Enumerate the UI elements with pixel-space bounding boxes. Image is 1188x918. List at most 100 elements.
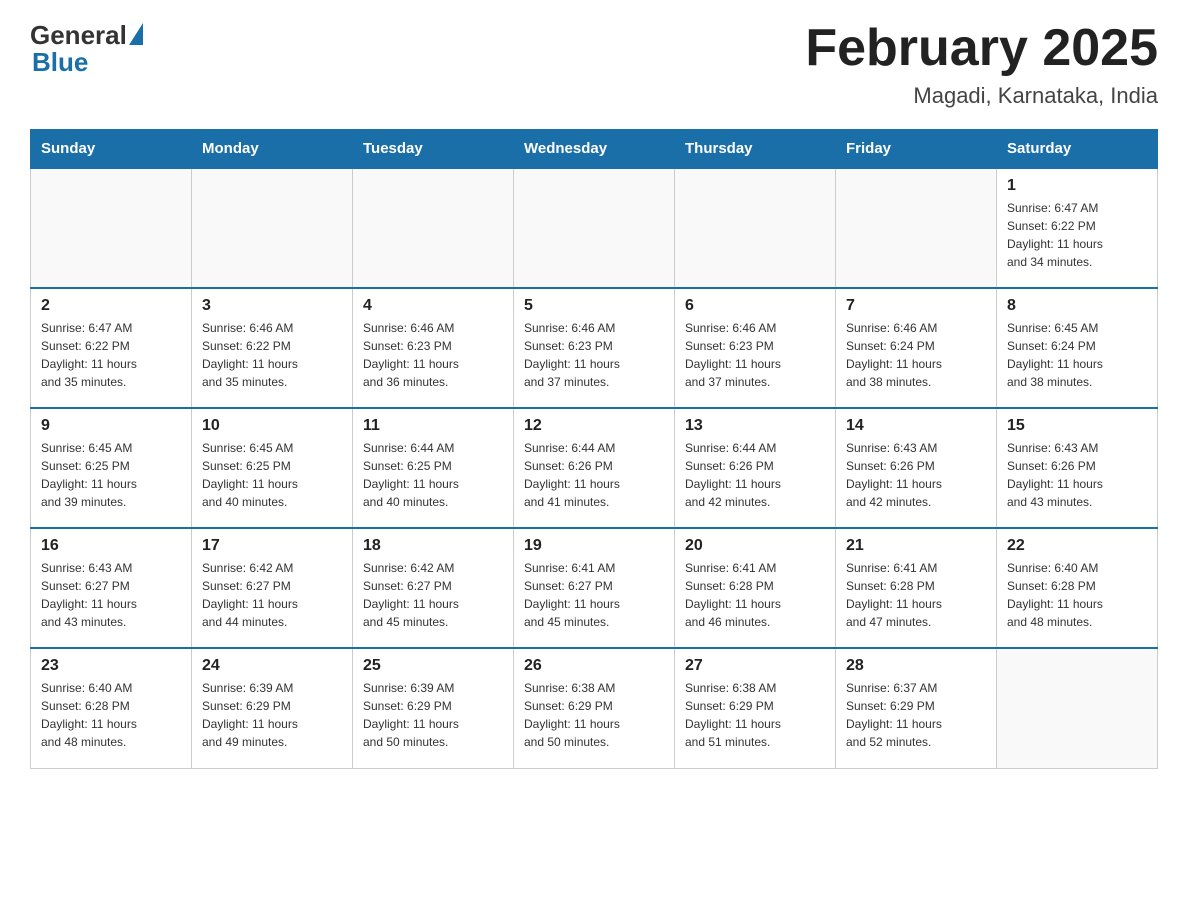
title-area: February 2025 Magadi, Karnataka, India — [805, 20, 1158, 109]
day-number: 5 — [524, 297, 664, 315]
day-number: 7 — [846, 297, 986, 315]
calendar-cell: 2 Sunrise: 6:47 AM Sunset: 6:22 PM Daylig… — [31, 288, 192, 408]
weekday-header-row: SundayMondayTuesdayWednesdayThursdayFrid… — [31, 130, 1158, 169]
day-info: Sunrise: 6:46 AM Sunset: 6:24 PM Dayligh… — [846, 319, 986, 391]
day-info: Sunrise: 6:42 AM Sunset: 6:27 PM Dayligh… — [202, 559, 342, 631]
calendar-cell — [192, 168, 353, 288]
day-number: 26 — [524, 657, 664, 675]
day-number: 3 — [202, 297, 342, 315]
calendar-cell: 16 Sunrise: 6:43 AM Sunset: 6:27 PM Dayli… — [31, 528, 192, 648]
day-info: Sunrise: 6:47 AM Sunset: 6:22 PM Dayligh… — [41, 319, 181, 391]
calendar-cell: 23 Sunrise: 6:40 AM Sunset: 6:28 PM Dayli… — [31, 648, 192, 768]
month-year-title: February 2025 — [805, 20, 1158, 77]
calendar-cell: 15 Sunrise: 6:43 AM Sunset: 6:26 PM Dayli… — [997, 408, 1158, 528]
day-number: 28 — [846, 657, 986, 675]
calendar-week-row-5: 23 Sunrise: 6:40 AM Sunset: 6:28 PM Dayli… — [31, 648, 1158, 768]
weekday-header-tuesday: Tuesday — [353, 130, 514, 169]
day-info: Sunrise: 6:44 AM Sunset: 6:25 PM Dayligh… — [363, 439, 503, 511]
day-info: Sunrise: 6:45 AM Sunset: 6:24 PM Dayligh… — [1007, 319, 1147, 391]
day-number: 22 — [1007, 537, 1147, 555]
day-number: 24 — [202, 657, 342, 675]
day-info: Sunrise: 6:38 AM Sunset: 6:29 PM Dayligh… — [685, 679, 825, 751]
day-info: Sunrise: 6:40 AM Sunset: 6:28 PM Dayligh… — [41, 679, 181, 751]
calendar-cell: 24Sunrise: 6:39 AM Sunset: 6:29 PM Dayli… — [192, 648, 353, 768]
day-number: 21 — [846, 537, 986, 555]
day-info: Sunrise: 6:46 AM Sunset: 6:23 PM Dayligh… — [524, 319, 664, 391]
day-number: 20 — [685, 537, 825, 555]
calendar-week-row-3: 9 Sunrise: 6:45 AM Sunset: 6:25 PM Daylig… — [31, 408, 1158, 528]
day-number: 18 — [363, 537, 503, 555]
day-number: 6 — [685, 297, 825, 315]
calendar-cell: 6 Sunrise: 6:46 AM Sunset: 6:23 PM Daylig… — [675, 288, 836, 408]
day-info: Sunrise: 6:46 AM Sunset: 6:22 PM Dayligh… — [202, 319, 342, 391]
day-number: 23 — [41, 657, 181, 675]
day-number: 25 — [363, 657, 503, 675]
calendar-cell: 17 Sunrise: 6:42 AM Sunset: 6:27 PM Dayli… — [192, 528, 353, 648]
weekday-header-wednesday: Wednesday — [514, 130, 675, 169]
day-number: 15 — [1007, 417, 1147, 435]
calendar-week-row-2: 2 Sunrise: 6:47 AM Sunset: 6:22 PM Daylig… — [31, 288, 1158, 408]
calendar-cell — [353, 168, 514, 288]
day-number: 27 — [685, 657, 825, 675]
day-info: Sunrise: 6:41 AM Sunset: 6:27 PM Dayligh… — [524, 559, 664, 631]
calendar-cell: 18 Sunrise: 6:42 AM Sunset: 6:27 PM Dayli… — [353, 528, 514, 648]
calendar-cell — [997, 648, 1158, 768]
day-number: 14 — [846, 417, 986, 435]
day-number: 19 — [524, 537, 664, 555]
day-info: Sunrise: 6:43 AM Sunset: 6:26 PM Dayligh… — [1007, 439, 1147, 511]
day-number: 10 — [202, 417, 342, 435]
day-number: 4 — [363, 297, 503, 315]
weekday-header-thursday: Thursday — [675, 130, 836, 169]
weekday-header-friday: Friday — [836, 130, 997, 169]
calendar-cell: 4 Sunrise: 6:46 AM Sunset: 6:23 PM Daylig… — [353, 288, 514, 408]
calendar-cell: 8 Sunrise: 6:45 AM Sunset: 6:24 PM Daylig… — [997, 288, 1158, 408]
day-number: 12 — [524, 417, 664, 435]
calendar-week-row-4: 16 Sunrise: 6:43 AM Sunset: 6:27 PM Dayli… — [31, 528, 1158, 648]
calendar-cell: 22 Sunrise: 6:40 AM Sunset: 6:28 PM Dayli… — [997, 528, 1158, 648]
weekday-header-monday: Monday — [192, 130, 353, 169]
calendar-cell: 13Sunrise: 6:44 AM Sunset: 6:26 PM Dayli… — [675, 408, 836, 528]
calendar-cell: 5 Sunrise: 6:46 AM Sunset: 6:23 PM Daylig… — [514, 288, 675, 408]
logo-triangle-icon — [129, 23, 143, 45]
location-subtitle: Magadi, Karnataka, India — [805, 83, 1158, 109]
day-info: Sunrise: 6:41 AM Sunset: 6:28 PM Dayligh… — [685, 559, 825, 631]
day-info: Sunrise: 6:45 AM Sunset: 6:25 PM Dayligh… — [41, 439, 181, 511]
day-info: Sunrise: 6:47 AM Sunset: 6:22 PM Dayligh… — [1007, 199, 1147, 271]
day-number: 8 — [1007, 297, 1147, 315]
header: General Blue February 2025 Magadi, Karna… — [30, 20, 1158, 109]
calendar-cell: 12 Sunrise: 6:44 AM Sunset: 6:26 PM Dayli… — [514, 408, 675, 528]
day-info: Sunrise: 6:46 AM Sunset: 6:23 PM Dayligh… — [685, 319, 825, 391]
calendar-cell — [514, 168, 675, 288]
calendar-cell: 3 Sunrise: 6:46 AM Sunset: 6:22 PM Daylig… — [192, 288, 353, 408]
weekday-header-sunday: Sunday — [31, 130, 192, 169]
day-number: 17 — [202, 537, 342, 555]
day-info: Sunrise: 6:39 AM Sunset: 6:29 PM Dayligh… — [363, 679, 503, 751]
calendar-cell: 1 Sunrise: 6:47 AM Sunset: 6:22 PM Daylig… — [997, 168, 1158, 288]
day-info: Sunrise: 6:40 AM Sunset: 6:28 PM Dayligh… — [1007, 559, 1147, 631]
day-number: 13 — [685, 417, 825, 435]
calendar-cell: 28 Sunrise: 6:37 AM Sunset: 6:29 PM Dayli… — [836, 648, 997, 768]
calendar-cell: 27 Sunrise: 6:38 AM Sunset: 6:29 PM Dayli… — [675, 648, 836, 768]
day-info: Sunrise: 6:42 AM Sunset: 6:27 PM Dayligh… — [363, 559, 503, 631]
day-info: Sunrise: 6:46 AM Sunset: 6:23 PM Dayligh… — [363, 319, 503, 391]
day-number: 9 — [41, 417, 181, 435]
calendar-week-row-1: 1 Sunrise: 6:47 AM Sunset: 6:22 PM Daylig… — [31, 168, 1158, 288]
calendar-table: SundayMondayTuesdayWednesdayThursdayFrid… — [30, 129, 1158, 769]
calendar-cell: 11 Sunrise: 6:44 AM Sunset: 6:25 PM Dayli… — [353, 408, 514, 528]
calendar-cell: 10Sunrise: 6:45 AM Sunset: 6:25 PM Dayli… — [192, 408, 353, 528]
day-info: Sunrise: 6:41 AM Sunset: 6:28 PM Dayligh… — [846, 559, 986, 631]
calendar-cell: 20 Sunrise: 6:41 AM Sunset: 6:28 PM Dayli… — [675, 528, 836, 648]
day-number: 2 — [41, 297, 181, 315]
day-number: 16 — [41, 537, 181, 555]
calendar-cell — [836, 168, 997, 288]
day-info: Sunrise: 6:43 AM Sunset: 6:27 PM Dayligh… — [41, 559, 181, 631]
calendar-cell — [675, 168, 836, 288]
day-info: Sunrise: 6:43 AM Sunset: 6:26 PM Dayligh… — [846, 439, 986, 511]
day-number: 11 — [363, 417, 503, 435]
calendar-cell: 14 Sunrise: 6:43 AM Sunset: 6:26 PM Dayli… — [836, 408, 997, 528]
calendar-cell: 19 Sunrise: 6:41 AM Sunset: 6:27 PM Dayli… — [514, 528, 675, 648]
calendar-cell: 9 Sunrise: 6:45 AM Sunset: 6:25 PM Daylig… — [31, 408, 192, 528]
day-number: 1 — [1007, 177, 1147, 195]
day-info: Sunrise: 6:37 AM Sunset: 6:29 PM Dayligh… — [846, 679, 986, 751]
day-info: Sunrise: 6:44 AM Sunset: 6:26 PM Dayligh… — [524, 439, 664, 511]
